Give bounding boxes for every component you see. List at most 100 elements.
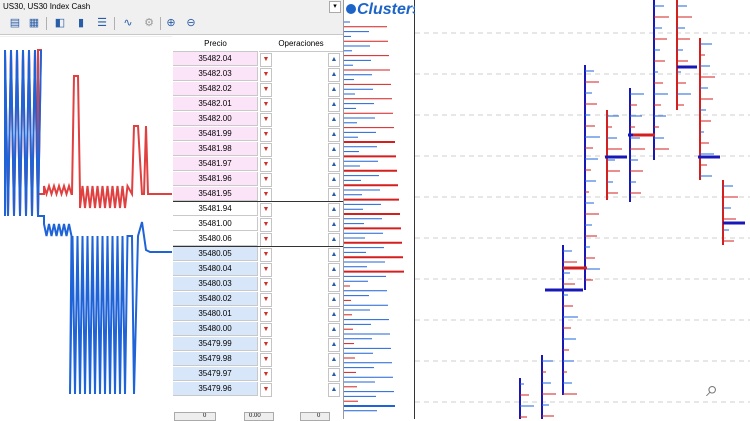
- price-cell[interactable]: 35480.00: [173, 322, 258, 336]
- sell-limit-button[interactable]: ▼: [260, 158, 272, 172]
- operations-cell[interactable]: [273, 68, 325, 80]
- buy-limit-button[interactable]: ▲: [328, 293, 340, 307]
- price-cell[interactable]: 35482.04: [173, 52, 258, 66]
- price-field[interactable]: 0.00: [244, 412, 274, 421]
- operations-cell[interactable]: [273, 248, 325, 260]
- buy-limit-button[interactable]: ▲: [328, 218, 340, 232]
- price-cell[interactable]: 35479.97: [173, 367, 258, 381]
- price-cell[interactable]: 35481.99: [173, 127, 258, 141]
- buy-limit-button[interactable]: ▲: [328, 248, 340, 262]
- buy-limit-button[interactable]: ▲: [328, 158, 340, 172]
- volume-stepper-left[interactable]: 0: [174, 412, 216, 421]
- operations-cell[interactable]: [273, 338, 325, 350]
- operations-cell[interactable]: [273, 113, 325, 125]
- chevron-down-icon[interactable]: ▾: [329, 1, 341, 13]
- operations-cell[interactable]: [273, 353, 325, 365]
- buy-limit-button[interactable]: ▲: [328, 353, 340, 367]
- buy-limit-button[interactable]: ▲: [328, 98, 340, 112]
- sell-limit-button[interactable]: ▼: [260, 173, 272, 187]
- buy-limit-button[interactable]: ▲: [328, 68, 340, 82]
- sell-limit-button[interactable]: ▼: [260, 203, 272, 217]
- price-cell[interactable]: 35479.99: [173, 337, 258, 351]
- sell-limit-button[interactable]: ▼: [260, 263, 272, 277]
- operations-cell[interactable]: [273, 143, 325, 155]
- sell-limit-button[interactable]: ▼: [260, 278, 272, 292]
- volume-stepper-right[interactable]: 0: [300, 412, 330, 421]
- buy-limit-button[interactable]: ▲: [328, 53, 340, 67]
- sell-limit-button[interactable]: ▼: [260, 143, 272, 157]
- operations-cell[interactable]: [273, 203, 325, 215]
- sell-limit-button[interactable]: ▼: [260, 233, 272, 247]
- operations-cell[interactable]: [273, 368, 325, 380]
- operations-cell[interactable]: [273, 263, 325, 275]
- operations-cell[interactable]: [273, 233, 325, 245]
- volume-icon[interactable]: ▮: [74, 16, 88, 30]
- sell-limit-button[interactable]: ▼: [260, 323, 272, 337]
- sell-limit-button[interactable]: ▼: [260, 383, 272, 397]
- price-cell[interactable]: 35480.01: [173, 307, 258, 321]
- operations-cell[interactable]: [273, 383, 325, 395]
- operations-cell[interactable]: [273, 173, 325, 185]
- buy-limit-button[interactable]: ▲: [328, 233, 340, 247]
- sell-limit-button[interactable]: ▼: [260, 248, 272, 262]
- sell-limit-button[interactable]: ▼: [260, 83, 272, 97]
- price-cell[interactable]: 35481.94: [173, 202, 258, 216]
- buy-limit-button[interactable]: ▲: [328, 323, 340, 337]
- operations-cell[interactable]: [273, 218, 325, 230]
- buy-limit-button[interactable]: ▲: [328, 143, 340, 157]
- sell-limit-button[interactable]: ▼: [260, 218, 272, 232]
- one-click-icon[interactable]: ◧: [53, 16, 67, 30]
- operations-cell[interactable]: [273, 128, 325, 140]
- price-cell[interactable]: 35481.98: [173, 142, 258, 156]
- price-cell[interactable]: 35479.96: [173, 382, 258, 396]
- buy-limit-button[interactable]: ▲: [328, 368, 340, 382]
- buy-limit-button[interactable]: ▲: [328, 203, 340, 217]
- buy-limit-button[interactable]: ▲: [328, 113, 340, 127]
- price-cell[interactable]: 35482.03: [173, 67, 258, 81]
- operations-cell[interactable]: [273, 188, 325, 200]
- operations-cell[interactable]: [273, 98, 325, 110]
- operations-cell[interactable]: [273, 323, 325, 335]
- buy-limit-button[interactable]: ▲: [328, 188, 340, 202]
- price-cell[interactable]: 35482.02: [173, 82, 258, 96]
- operations-cell[interactable]: [273, 293, 325, 305]
- sell-limit-button[interactable]: ▼: [260, 188, 272, 202]
- price-cell[interactable]: 35480.06: [173, 232, 258, 246]
- buy-limit-button[interactable]: ▲: [328, 278, 340, 292]
- sell-limit-button[interactable]: ▼: [260, 113, 272, 127]
- operations-cell[interactable]: [273, 278, 325, 290]
- buy-limit-button[interactable]: ▲: [328, 173, 340, 187]
- zoom-icon[interactable]: ⌕: [706, 378, 718, 400]
- buy-limit-button[interactable]: ▲: [328, 308, 340, 322]
- operations-cell[interactable]: [273, 308, 325, 320]
- sell-limit-button[interactable]: ▼: [260, 353, 272, 367]
- sell-limit-button[interactable]: ▼: [260, 308, 272, 322]
- operations-cell[interactable]: [273, 53, 325, 65]
- chart-icon[interactable]: ▤: [8, 16, 22, 30]
- sell-limit-button[interactable]: ▼: [260, 338, 272, 352]
- calculator-icon[interactable]: ▦: [27, 16, 41, 30]
- gear-icon[interactable]: ⚙: [142, 16, 156, 30]
- operations-cell[interactable]: [273, 83, 325, 95]
- zoom-out-icon[interactable]: ⊖: [184, 16, 198, 30]
- price-cell[interactable]: 35481.96: [173, 172, 258, 186]
- sell-limit-button[interactable]: ▼: [260, 293, 272, 307]
- price-cell[interactable]: 35480.05: [173, 247, 258, 261]
- buy-limit-button[interactable]: ▲: [328, 83, 340, 97]
- sell-limit-button[interactable]: ▼: [260, 53, 272, 67]
- zoom-in-icon[interactable]: ⊕: [164, 16, 178, 30]
- footprint-chart[interactable]: [415, 0, 750, 419]
- depth-icon[interactable]: ☰: [95, 16, 109, 30]
- price-cell[interactable]: 35481.00: [173, 217, 258, 231]
- buy-limit-button[interactable]: ▲: [328, 128, 340, 142]
- price-cell[interactable]: 35482.00: [173, 112, 258, 126]
- sell-limit-button[interactable]: ▼: [260, 368, 272, 382]
- price-cell[interactable]: 35480.03: [173, 277, 258, 291]
- buy-limit-button[interactable]: ▲: [328, 263, 340, 277]
- sell-limit-button[interactable]: ▼: [260, 98, 272, 112]
- buy-limit-button[interactable]: ▲: [328, 383, 340, 397]
- price-cell[interactable]: 35480.04: [173, 262, 258, 276]
- price-cell[interactable]: 35482.01: [173, 97, 258, 111]
- price-cell[interactable]: 35481.97: [173, 157, 258, 171]
- tick-chart-icon[interactable]: ∿: [121, 16, 135, 30]
